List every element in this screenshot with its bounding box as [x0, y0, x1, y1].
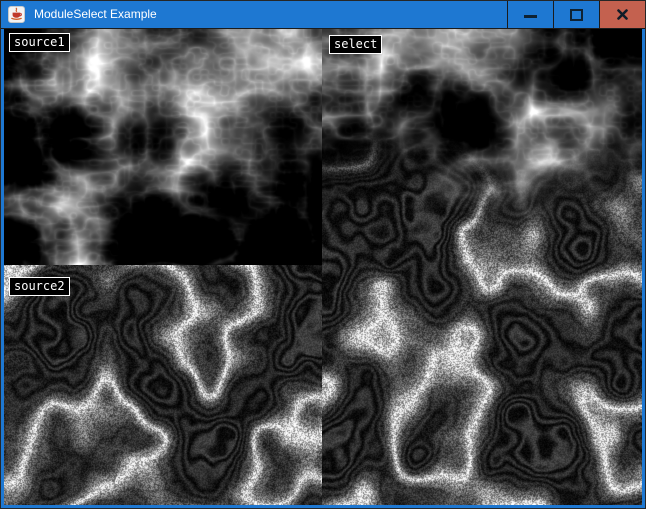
window-title: ModuleSelect Example	[34, 1, 157, 28]
minimize-icon	[524, 15, 537, 18]
maximize-button[interactable]	[553, 1, 599, 28]
app-window: ModuleSelect Example source1 select sour…	[0, 0, 646, 509]
label-select: select	[329, 35, 382, 54]
close-button[interactable]	[599, 1, 645, 28]
minimize-button[interactable]	[507, 1, 553, 28]
label-source2: source2	[9, 277, 70, 296]
label-source1: source1	[9, 33, 70, 52]
source1-image	[4, 29, 322, 265]
content-area: source1 select source2	[4, 29, 642, 505]
java-icon	[8, 6, 25, 23]
titlebar[interactable]: ModuleSelect Example	[1, 1, 645, 29]
close-icon	[617, 9, 628, 20]
maximize-icon	[570, 9, 583, 21]
source2-image	[4, 265, 322, 505]
